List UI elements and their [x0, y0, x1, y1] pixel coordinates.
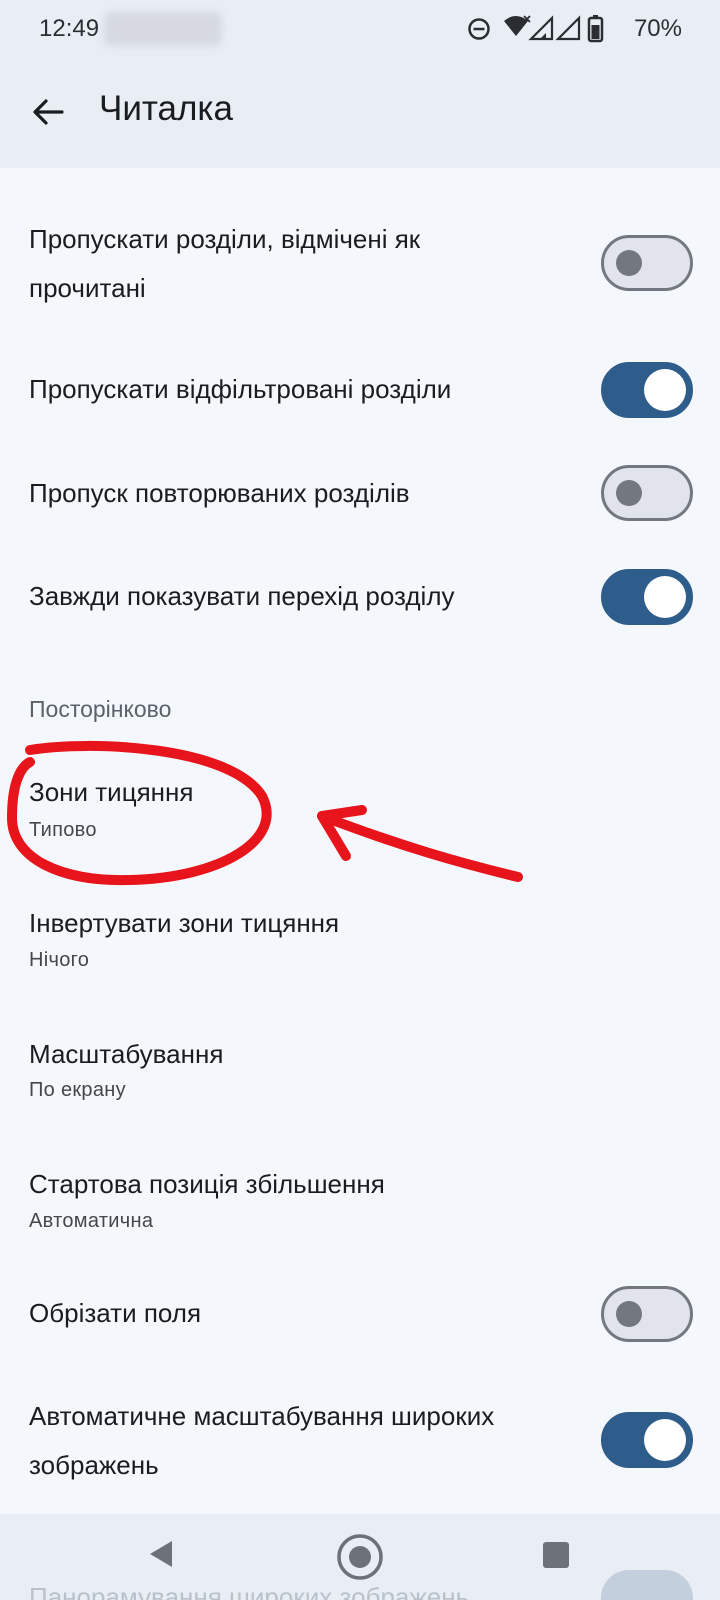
setting-summary: Автоматична	[29, 1210, 154, 1232]
navigation-bar: Панорамування широких зображень	[0, 1514, 720, 1600]
toggle-knob	[644, 576, 686, 618]
section-header-paged: Посторінково	[29, 696, 172, 722]
pan-wide-toggle[interactable]	[601, 1570, 693, 1600]
setting-summary: По екрану	[29, 1079, 126, 1101]
page-title: Читалка	[99, 89, 233, 128]
setting-label: Обрізати поля	[29, 1298, 202, 1328]
status-bar: 12:49 70%	[0, 0, 720, 58]
setting-title: Зони тицяння	[29, 777, 194, 807]
annotation-arrow-head	[317, 805, 367, 861]
setting-label: Пропускати розділи, відмічені як	[29, 224, 421, 254]
setting-summary: Нічого	[29, 949, 90, 971]
crop-borders-toggle[interactable]	[601, 1286, 693, 1342]
toggle-knob	[616, 250, 642, 276]
blurred-notification-icons	[104, 12, 222, 46]
annotation-circle	[7, 740, 272, 886]
signal-icon	[555, 15, 581, 41]
wifi-icon	[504, 15, 531, 36]
annotation-arrow-shaft	[317, 811, 523, 882]
setting-title: Інвертувати зони тицяння	[29, 908, 340, 938]
setting-label: Завжди показувати перехід розділу	[29, 581, 455, 611]
do-not-disturb-icon	[468, 18, 490, 40]
toggle-knob	[644, 369, 686, 411]
setting-title: Стартова позиція збільшення	[29, 1169, 385, 1199]
skip-duplicates-toggle[interactable]	[601, 465, 693, 521]
arrow-left-icon[interactable]	[28, 92, 68, 132]
setting-label-line2: прочитані	[29, 273, 146, 303]
battery-icon	[587, 15, 604, 43]
setting-title: Масштабування	[29, 1039, 224, 1069]
auto-zoom-wide-toggle[interactable]	[601, 1412, 693, 1468]
setting-label: Пропускати відфільтровані розділи	[29, 374, 452, 404]
battery-percent: 70%	[633, 15, 682, 42]
app-bar: Читалка	[0, 58, 720, 168]
toggle-knob	[616, 1301, 642, 1327]
skip-read-toggle[interactable]	[601, 235, 693, 291]
signal-icon	[528, 15, 554, 41]
settings-list[interactable]: Пропускати розділи, відмічені як прочита…	[0, 168, 720, 1514]
setting-label: Пропуск повторюваних розділів	[29, 478, 410, 508]
skip-filtered-toggle[interactable]	[601, 362, 693, 418]
setting-label-line2: зображень	[29, 1450, 159, 1480]
home-circle-icon[interactable]	[335, 1532, 385, 1582]
setting-label: Автоматичне масштабування широких	[29, 1401, 495, 1431]
back-triangle-icon[interactable]	[146, 1538, 176, 1570]
recents-square-icon[interactable]	[543, 1542, 569, 1568]
toggle-knob	[616, 480, 642, 506]
pan-wide-label: Панорамування широких зображень	[29, 1582, 470, 1600]
toggle-knob	[644, 1419, 686, 1461]
status-time: 12:49	[39, 15, 100, 42]
always-show-transition-toggle[interactable]	[601, 569, 693, 625]
setting-summary: Типово	[29, 819, 97, 841]
